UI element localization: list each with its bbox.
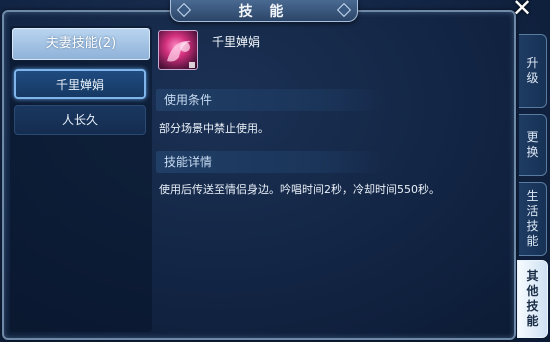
tab-other-skills[interactable]: 其 他 技 能 bbox=[517, 260, 548, 338]
tab-char: 技 bbox=[526, 299, 539, 313]
title-ornament-right-icon bbox=[336, 2, 352, 18]
tab-char: 他 bbox=[526, 284, 539, 298]
section-header-details: 技能详情 bbox=[156, 151, 384, 173]
skill-item-renchangjiu[interactable]: 人长久 bbox=[14, 105, 146, 135]
tab-change[interactable]: 更 换 bbox=[519, 114, 547, 176]
detail-text: 使用后传送至情侣身边。吟唱时间2秒，冷却时间550秒。 bbox=[159, 183, 440, 196]
tab-char: 更 bbox=[526, 130, 539, 144]
tab-life-skills[interactable]: 生 活 技 能 bbox=[519, 182, 547, 256]
title-ornament-left-icon bbox=[176, 2, 192, 18]
heart-moon-icon bbox=[158, 30, 198, 70]
tab-char: 技 bbox=[526, 219, 539, 233]
tab-char: 升 bbox=[526, 56, 539, 70]
close-icon[interactable]: ✕ bbox=[508, 0, 536, 20]
tab-char: 其 bbox=[526, 269, 539, 283]
section-header-condition: 使用条件 bbox=[156, 89, 384, 111]
title-plate: 技 能 bbox=[170, 0, 358, 22]
skill-item-qianli-chanjuan[interactable]: 千里婵娟 bbox=[14, 69, 146, 99]
tab-char: 活 bbox=[526, 204, 539, 218]
condition-text: 部分场景中禁止使用。 bbox=[159, 122, 269, 135]
category-header-couple-skills[interactable]: 夫妻技能(2) bbox=[12, 28, 150, 60]
tab-char: 能 bbox=[526, 314, 539, 328]
tab-char: 生 bbox=[526, 189, 539, 203]
skill-window: 技 能 ✕ 夫妻技能(2) 千里婵娟 人长久 千里婵娟 使用条件 部分场景中禁止… bbox=[0, 0, 550, 342]
window-title: 技 能 bbox=[238, 3, 290, 20]
tab-char: 能 bbox=[526, 234, 539, 248]
tab-char: 级 bbox=[526, 71, 539, 85]
tab-char: 换 bbox=[526, 145, 539, 159]
skill-name: 千里婵娟 bbox=[212, 35, 261, 49]
tab-upgrade[interactable]: 升 级 bbox=[519, 34, 547, 108]
skill-detail-panel bbox=[156, 24, 506, 336]
